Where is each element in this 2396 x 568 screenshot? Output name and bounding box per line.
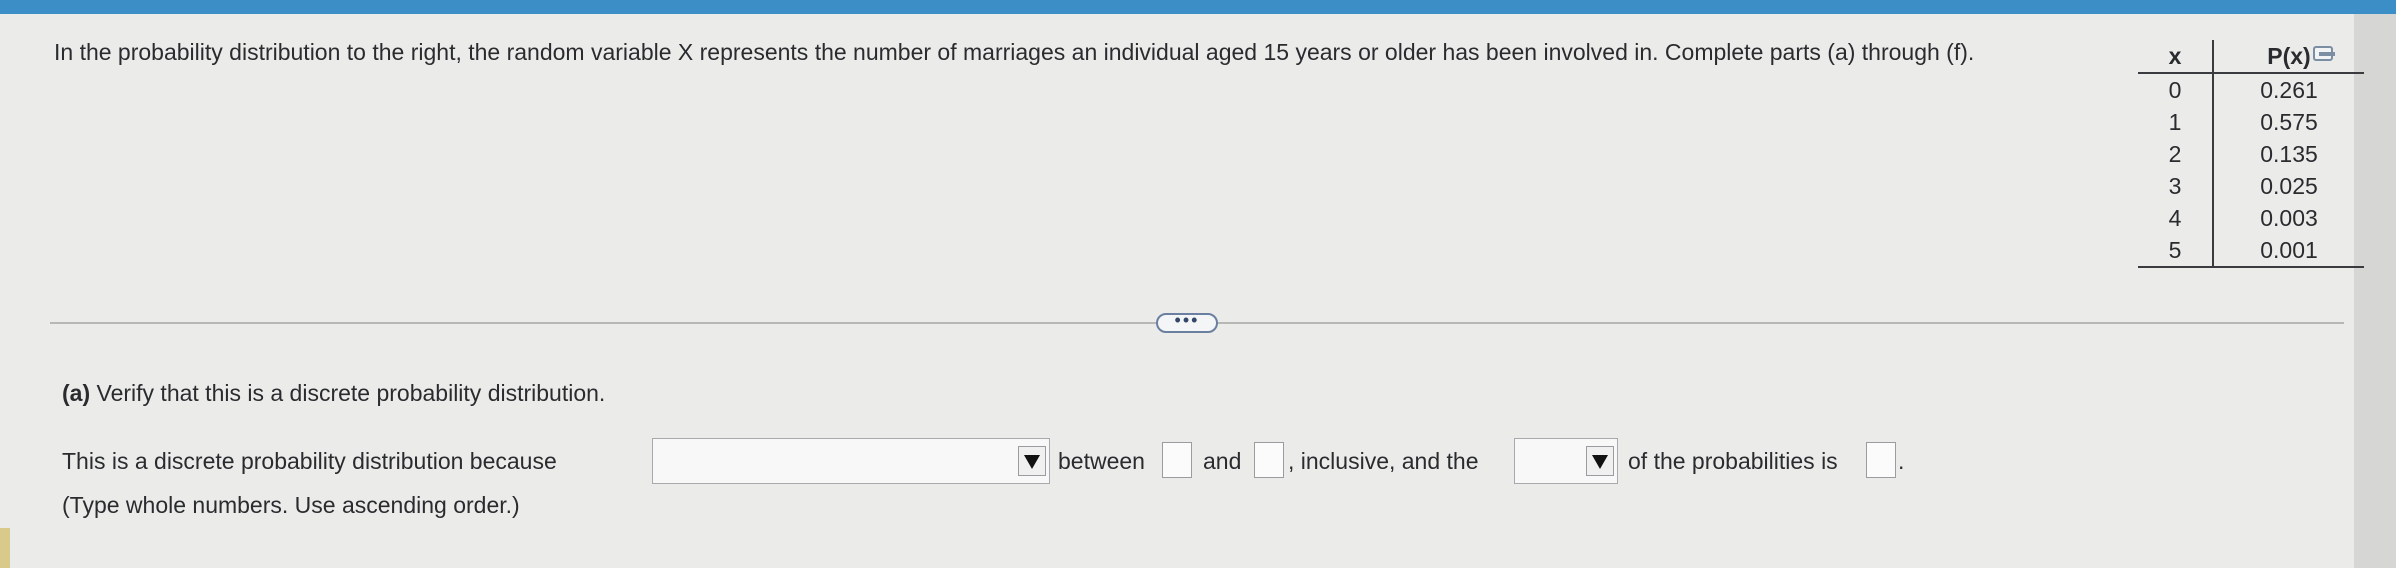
sentence-period: . xyxy=(1898,448,1905,474)
table-cell-px: 0.001 xyxy=(2213,234,2364,268)
between-text: between xyxy=(1058,448,1145,474)
table-row: 0 0.261 xyxy=(2138,73,2364,106)
table-row: 4 0.003 xyxy=(2138,202,2364,234)
input-hint: (Type whole numbers. Use ascending order… xyxy=(62,492,520,518)
probability-table: x P(x) 0 0.261 1 0.575 2 0.135 3 0.025 4… xyxy=(2138,40,2364,268)
table-cell-x: 1 xyxy=(2138,106,2214,138)
sum-input[interactable] xyxy=(1866,442,1896,478)
table-cell-x: 3 xyxy=(2138,170,2214,202)
table-row: 1 0.575 xyxy=(2138,106,2364,138)
inclusive-text: , inclusive, and the xyxy=(1288,448,1479,474)
dropdown-arrow-icon[interactable] xyxy=(1586,446,1614,476)
table-row: 2 0.135 xyxy=(2138,138,2364,170)
table-cell-x: 4 xyxy=(2138,202,2214,234)
lower-bound-input[interactable] xyxy=(1162,442,1192,478)
table-cell-px: 0.135 xyxy=(2260,140,2318,167)
table-cell-x: 2 xyxy=(2138,138,2214,170)
part-a-prompt: Verify that this is a discrete probabili… xyxy=(96,380,606,406)
part-a-answer-line: This is a discrete probability distribut… xyxy=(62,436,1922,486)
of-the-probabilities-text: of the probabilities is xyxy=(1628,448,1838,474)
table-cell-px: 0.575 xyxy=(2260,108,2318,135)
top-accent-bar xyxy=(0,0,2396,14)
table-cell-x: 5 xyxy=(2138,234,2214,268)
question-intro: In the probability distribution to the r… xyxy=(54,39,1975,65)
expand-more-button[interactable]: ••• xyxy=(1156,311,1218,333)
and-text: and xyxy=(1203,448,1242,474)
table-cell-px: 0.025 xyxy=(2260,172,2318,199)
table-row: 3 0.025 xyxy=(2138,170,2364,202)
table-row: 5 0.001 xyxy=(2138,234,2364,268)
upper-bound-input[interactable] xyxy=(1254,442,1284,478)
dropdown-arrow-icon[interactable] xyxy=(1018,446,1046,476)
part-a-label: (a) xyxy=(62,380,91,406)
table-header-x: x xyxy=(2138,40,2214,74)
table-cell-px: 0.261 xyxy=(2260,76,2318,103)
part-a-heading: (a) Verify that this is a discrete proba… xyxy=(62,380,605,407)
reason-dropdown[interactable] xyxy=(652,438,1050,484)
answer-sentence-start: This is a discrete probability distribut… xyxy=(62,448,557,474)
table-header-px: P(x) xyxy=(2213,40,2364,74)
stat-dropdown[interactable] xyxy=(1514,438,1618,484)
table-cell-x: 0 xyxy=(2138,73,2214,106)
corner-marker xyxy=(0,528,10,568)
table-cell-px: 0.003 xyxy=(2260,204,2318,231)
copy-table-icon[interactable] xyxy=(2313,46,2335,61)
